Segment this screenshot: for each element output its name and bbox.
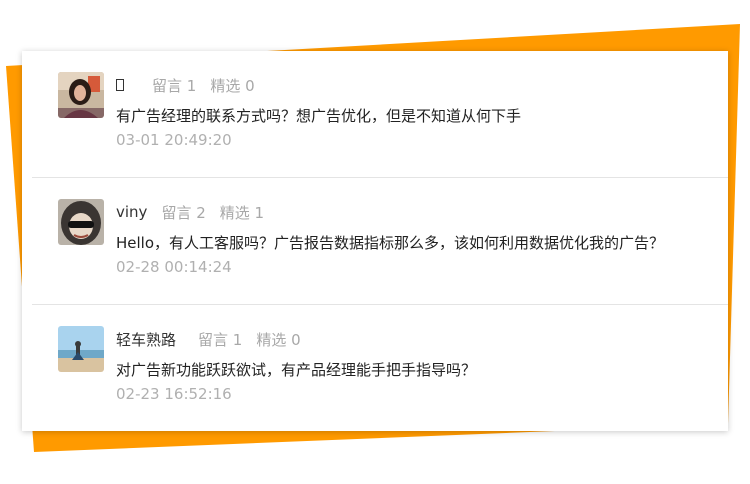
avatar[interactable] (58, 326, 104, 372)
avatar[interactable] (58, 72, 104, 118)
comment-time: 02-28 00:14:24 (116, 258, 232, 276)
featured-count: 精选 0 (256, 330, 301, 349)
comment-item: 轻车熟路 留言 1 精选 0 对广告新功能跃跃欲试，有产品经理能手把手指导吗？ … (22, 305, 728, 431)
comment-text: Hello，有人工客服吗？广告报告数据指标那么多，该如何利用数据优化我的广告？ (116, 234, 665, 252)
comment-meta: viny 留言 2 精选 1 (116, 200, 278, 224)
comment-card: 留言 1 精选 0 有广告经理的联系方式吗？想广告优化，但是不知道从何下手 03… (22, 51, 728, 431)
avatar[interactable] (58, 199, 104, 245)
avatar-woman-photo-icon (58, 72, 104, 118)
comment-text: 有广告经理的联系方式吗？想广告优化，但是不知道从何下手 (116, 107, 522, 125)
username[interactable]: viny (116, 203, 147, 221)
featured-count: 精选 0 (210, 76, 255, 95)
comment-text: 对广告新功能跃跃欲试，有产品经理能手把手指导吗？ (116, 361, 477, 379)
message-count: 留言 2 (161, 203, 206, 222)
comment-time: 03-01 20:49:20 (116, 131, 232, 149)
featured-count: 精选 1 (219, 203, 265, 222)
comment-item: viny 留言 2 精选 1 Hello，有人工客服吗？广告报告数据指标那么多，… (22, 178, 728, 304)
username[interactable]: 轻车熟路 (116, 329, 176, 350)
username-placeholder-glyph (116, 79, 124, 91)
avatar-hooded-sunglasses-icon (58, 199, 104, 245)
comment-item: 留言 1 精选 0 有广告经理的联系方式吗？想广告优化，但是不知道从何下手 03… (22, 51, 728, 177)
comment-meta: 留言 1 精选 0 (116, 73, 269, 97)
avatar-beach-scene-icon (58, 326, 104, 372)
comment-meta: 轻车熟路 留言 1 精选 0 (116, 327, 315, 351)
comment-time: 02-23 16:52:16 (116, 385, 232, 403)
message-count: 留言 1 (152, 76, 197, 95)
message-count: 留言 1 (198, 330, 243, 349)
